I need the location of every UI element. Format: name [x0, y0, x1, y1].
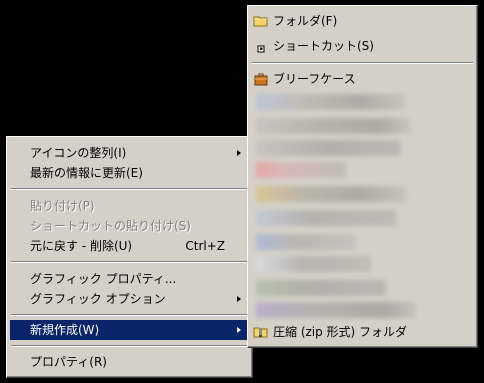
briefcase-icon	[253, 71, 269, 87]
new-submenu: フォルダ(F) ショートカット(S) ブリーフケース 圧縮 (zip 形式) フ…	[247, 5, 478, 348]
menu-item-graphics-options[interactable]: グラフィック オプション	[10, 289, 249, 309]
menu-item-graphics-properties[interactable]: グラフィック プロパティ...	[10, 269, 249, 289]
menu-item-paste-shortcut[interactable]: ショートカットの貼り付け(S)	[10, 216, 249, 236]
menu-item-label: 最新の情報に更新(E)	[30, 166, 143, 180]
submenu-item-zip-folder[interactable]: 圧縮 (zip 形式) フォルダ	[251, 322, 474, 342]
menu-item-label: 圧縮 (zip 形式) フォルダ	[273, 325, 408, 339]
menu-item-refresh[interactable]: 最新の情報に更新(E)	[10, 163, 249, 183]
menu-item-label: プロパティ(R)	[30, 355, 107, 369]
submenu-arrow-icon	[237, 296, 241, 302]
menu-separator	[252, 62, 473, 64]
menu-item-label: フォルダ(F)	[273, 14, 338, 28]
menu-item-new[interactable]: 新規作成(W)	[10, 320, 249, 340]
menu-item-label: ショートカットの貼り付け(S)	[30, 219, 191, 233]
menu-item-undo-delete[interactable]: 元に戻す - 削除(U) Ctrl+Z	[10, 236, 249, 256]
menu-item-paste[interactable]: 貼り付け(P)	[10, 196, 249, 216]
menu-item-label: 貼り付け(P)	[30, 199, 95, 213]
submenu-item-shortcut[interactable]: ショートカット(S)	[251, 36, 474, 56]
menu-item-label: グラフィック オプション	[30, 292, 166, 306]
menu-separator	[11, 188, 248, 190]
submenu-item-folder[interactable]: フォルダ(F)	[251, 11, 474, 31]
menu-item-label: アイコンの整列(I)	[30, 146, 127, 160]
zip-folder-icon	[253, 324, 269, 340]
menu-item-label: 新規作成(W)	[30, 323, 100, 337]
menu-item-label: グラフィック プロパティ...	[30, 272, 177, 286]
menu-item-properties[interactable]: プロパティ(R)	[10, 352, 249, 372]
menu-separator	[11, 261, 248, 263]
shortcut-icon	[253, 38, 269, 54]
menu-item-label: ショートカット(S)	[273, 39, 374, 53]
folder-icon	[253, 13, 269, 29]
menu-item-label: 元に戻す - 削除(U)	[30, 239, 133, 253]
menu-item-arrange-icons[interactable]: アイコンの整列(I)	[10, 143, 249, 163]
submenu-item-briefcase[interactable]: ブリーフケース	[251, 69, 474, 89]
menu-separator	[11, 314, 248, 316]
desktop-context-menu: アイコンの整列(I) 最新の情報に更新(E) 貼り付け(P) ショートカットの貼…	[6, 136, 253, 378]
submenu-arrow-icon	[237, 150, 241, 156]
menu-item-shortcut: Ctrl+Z	[185, 239, 225, 253]
menu-separator	[11, 345, 248, 347]
submenu-arrow-icon	[237, 327, 241, 333]
menu-item-label: ブリーフケース	[273, 72, 356, 86]
